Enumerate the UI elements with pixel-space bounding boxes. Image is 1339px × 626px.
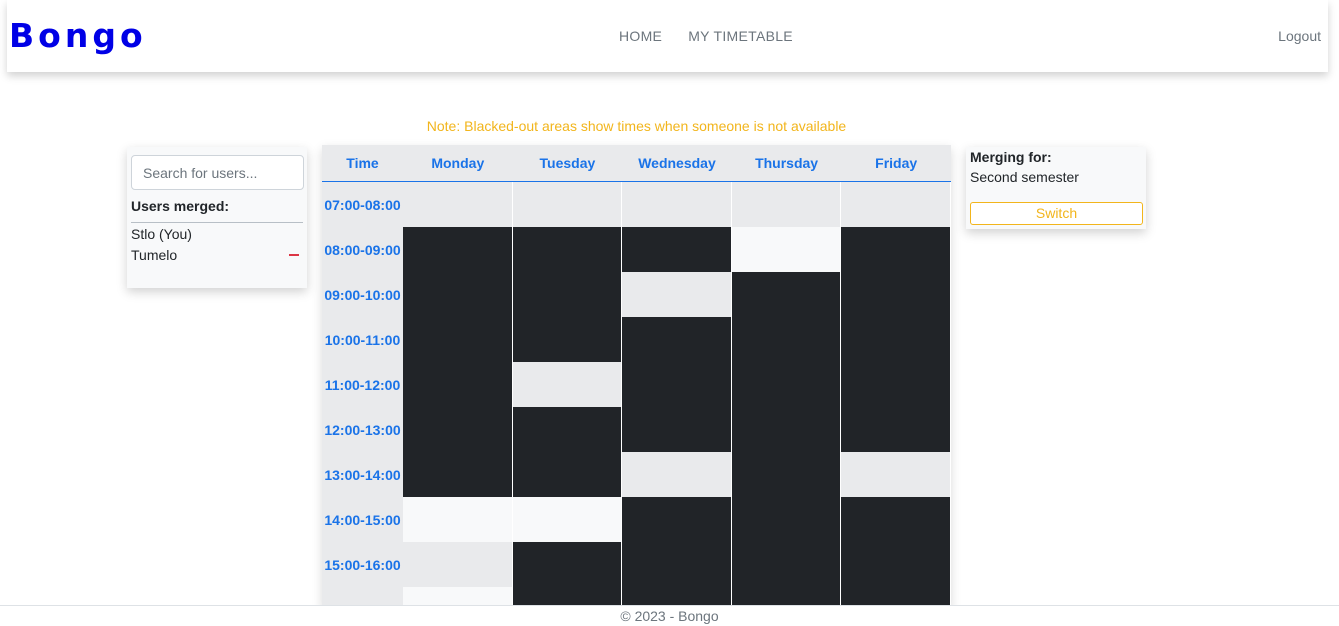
slot-wednesday-3 bbox=[622, 317, 732, 362]
slot-tuesday-1 bbox=[512, 227, 623, 272]
time-slot-label: 11:00-12:00 bbox=[324, 376, 401, 393]
logout-link[interactable]: Logout bbox=[1278, 28, 1321, 44]
slot-wednesday-2 bbox=[622, 272, 732, 317]
merged-user-name: Tumelo bbox=[131, 246, 178, 263]
nav-links: HOME MY TIMETABLE bbox=[619, 28, 793, 44]
slot-monday-8 bbox=[403, 542, 513, 587]
time-slot-label: 10:00-11:00 bbox=[324, 331, 401, 348]
navbar: Bongo HOME MY TIMETABLE Logout bbox=[7, 0, 1328, 72]
nav-my-timetable-link[interactable]: MY TIMETABLE bbox=[688, 28, 793, 44]
slot-thursday-8 bbox=[731, 542, 842, 587]
switch-button[interactable]: Switch bbox=[970, 202, 1143, 225]
slot-tuesday-3 bbox=[512, 317, 623, 362]
merged-user-row: Stlo (You) bbox=[131, 223, 303, 244]
slot-tuesday-7 bbox=[512, 497, 623, 542]
availability-note: Note: Blacked-out areas show times when … bbox=[426, 118, 847, 134]
semester-value: Second semester bbox=[970, 169, 1079, 185]
time-slot-label: 07:00-08:00 bbox=[324, 196, 401, 213]
slot-tuesday-8 bbox=[512, 542, 623, 587]
timetable-body: 07:00-08:00 08:00-09:00 09:00-10:00 10:00-1… bbox=[322, 182, 951, 606]
slot-friday-7 bbox=[841, 497, 951, 542]
header-monday: Monday bbox=[431, 155, 485, 171]
day-column-friday bbox=[841, 182, 951, 606]
user-search-input[interactable] bbox=[131, 155, 304, 190]
slot-monday-2 bbox=[403, 272, 513, 317]
slot-monday-0 bbox=[403, 182, 513, 227]
time-column: 07:00-08:00 08:00-09:00 09:00-10:00 10:00-1… bbox=[322, 182, 403, 606]
slot-friday-5 bbox=[841, 407, 951, 452]
slot-thursday-1 bbox=[731, 227, 842, 272]
remove-user-icon[interactable] bbox=[289, 253, 299, 256]
merging-for-label: Merging for: bbox=[970, 149, 1052, 165]
slot-friday-9 bbox=[841, 587, 951, 606]
day-column-tuesday bbox=[512, 182, 623, 606]
timetable: Time Monday Tuesday Wednesday Thursday F… bbox=[322, 145, 951, 606]
slot-monday-5 bbox=[403, 407, 513, 452]
slot-tuesday-5 bbox=[512, 407, 623, 452]
users-merged-title: Users merged: bbox=[131, 198, 303, 223]
header-wednesday: Wednesday bbox=[638, 155, 716, 171]
slot-wednesday-1 bbox=[622, 227, 732, 272]
slot-thursday-5 bbox=[731, 407, 842, 452]
time-slot-label: 15:00-16:00 bbox=[324, 556, 401, 573]
merge-panel: Merging for: Second semester Switch bbox=[966, 147, 1146, 229]
slot-wednesday-5 bbox=[622, 407, 732, 452]
slot-monday-9 bbox=[403, 587, 513, 606]
time-slot-label: 09:00-10:00 bbox=[324, 286, 401, 303]
time-slot-label: 16:00-17:00 bbox=[322, 587, 403, 607]
slot-monday-6 bbox=[403, 452, 513, 497]
slot-monday-7 bbox=[403, 497, 513, 542]
slot-tuesday-2 bbox=[512, 272, 623, 317]
slot-thursday-4 bbox=[731, 362, 842, 407]
slot-friday-4 bbox=[841, 362, 951, 407]
slot-friday-3 bbox=[841, 317, 951, 362]
slot-monday-1 bbox=[403, 227, 513, 272]
slot-thursday-3 bbox=[731, 317, 842, 362]
slot-monday-3 bbox=[403, 317, 513, 362]
slot-thursday-7 bbox=[731, 497, 842, 542]
time-slot-label: 14:00-15:00 bbox=[324, 511, 401, 528]
slot-tuesday-0 bbox=[512, 182, 623, 227]
slot-tuesday-4 bbox=[512, 362, 623, 407]
slot-wednesday-6 bbox=[622, 452, 732, 497]
time-slot-label: 13:00-14:00 bbox=[324, 466, 401, 483]
slot-thursday-9 bbox=[731, 587, 842, 606]
nav-home-link[interactable]: HOME bbox=[619, 28, 662, 44]
slot-tuesday-9 bbox=[512, 587, 623, 606]
slot-friday-2 bbox=[841, 272, 951, 317]
header-time: Time bbox=[346, 155, 379, 171]
merged-user-row: Tumelo bbox=[131, 244, 303, 265]
slot-wednesday-7 bbox=[622, 497, 732, 542]
footer: © 2023 - Bongo bbox=[0, 605, 1339, 626]
column-divider bbox=[949, 182, 951, 606]
merged-user-name: Stlo (You) bbox=[131, 225, 192, 242]
day-column-thursday bbox=[731, 182, 842, 606]
header-tuesday: Tuesday bbox=[539, 155, 596, 171]
slot-friday-0 bbox=[841, 182, 951, 227]
slot-monday-4 bbox=[403, 362, 513, 407]
slot-friday-1 bbox=[841, 227, 951, 272]
users-panel: Users merged: Stlo (You) Tumelo bbox=[127, 147, 307, 288]
day-column-monday bbox=[403, 182, 513, 606]
slot-friday-8 bbox=[841, 542, 951, 587]
day-column-wednesday bbox=[622, 182, 732, 606]
time-slot-label: 08:00-09:00 bbox=[324, 241, 401, 258]
timetable-header: Time Monday Tuesday Wednesday Thursday F… bbox=[322, 145, 951, 182]
slot-thursday-0 bbox=[731, 182, 842, 227]
slot-tuesday-6 bbox=[512, 452, 623, 497]
slot-friday-6 bbox=[841, 452, 951, 497]
slot-thursday-6 bbox=[731, 452, 842, 497]
header-thursday: Thursday bbox=[755, 155, 819, 171]
slot-wednesday-9 bbox=[622, 587, 732, 606]
slot-wednesday-8 bbox=[622, 542, 732, 587]
slot-thursday-2 bbox=[731, 272, 842, 317]
brand-logo[interactable]: Bongo bbox=[9, 16, 147, 55]
slot-wednesday-0 bbox=[622, 182, 732, 227]
header-friday: Friday bbox=[875, 155, 918, 171]
slot-wednesday-4 bbox=[622, 362, 732, 407]
time-slot-label: 12:00-13:00 bbox=[324, 421, 401, 438]
